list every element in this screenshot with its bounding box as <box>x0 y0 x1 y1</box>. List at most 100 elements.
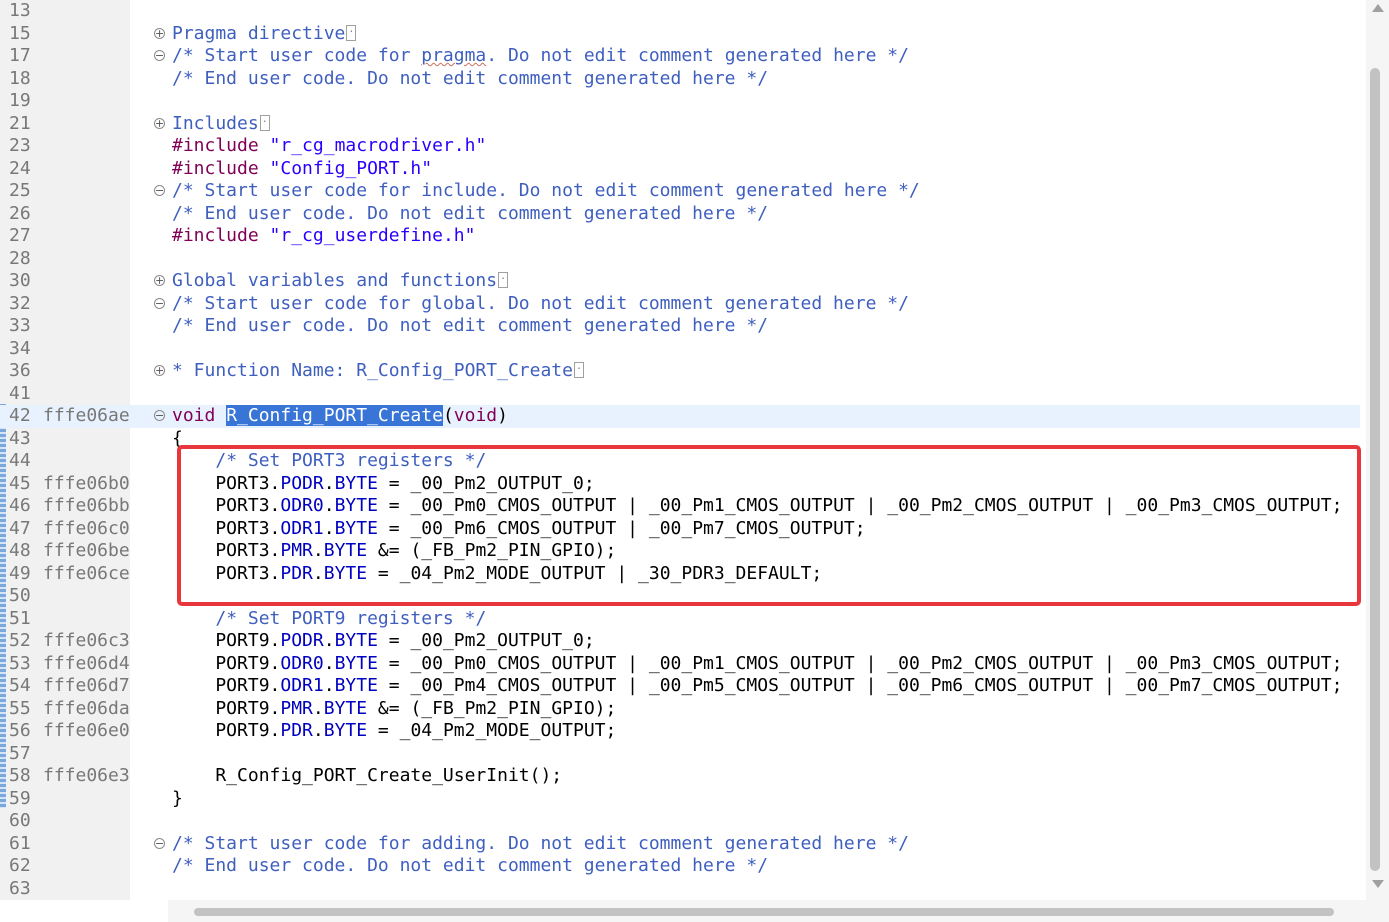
code-token: { <box>172 427 183 449</box>
code-line[interactable]: 21 + Includes <box>0 109 1360 136</box>
horizontal-scrollbar[interactable] <box>168 900 1389 922</box>
code-line[interactable]: 58 fffe06e3 R_Config_PORT_Create_UserInit… <box>0 765 1360 788</box>
code-text: /* End user code. Do not edit comment ge… <box>172 315 768 338</box>
code-line[interactable]: 59} <box>0 788 1360 811</box>
code-line[interactable]: 15 + Pragma directive <box>0 19 1360 46</box>
code-line[interactable]: 56 fffe06e0 PORT9.PDR.BYTE = _04_Pm2_MODE… <box>0 720 1360 743</box>
vertical-scrollbar[interactable] <box>1366 0 1389 900</box>
line-number: 21 <box>9 112 31 134</box>
code-line[interactable]: 34 <box>0 338 1360 361</box>
fold-expand-icon[interactable]: + <box>154 117 165 129</box>
code-line[interactable]: 32 −/* Start user code for global. Do not… <box>0 293 1360 316</box>
code-line[interactable]: 43 { <box>0 428 1360 451</box>
folded-region-marker-icon[interactable] <box>259 109 270 131</box>
code-text: R_Config_PORT_Create_UserInit(); <box>172 765 562 788</box>
fold-collapse-icon[interactable]: − <box>154 50 165 61</box>
code-token: . <box>323 675 335 696</box>
code-line[interactable]: 49 fffe06ce PORT3.PDR.BYTE = _04_Pm2_MODE… <box>0 563 1360 586</box>
code-text: Pragma directive <box>172 19 357 46</box>
fold-collapse-icon[interactable]: − <box>154 297 165 309</box>
folded-region-marker-icon[interactable] <box>573 356 584 379</box>
fold-collapse-icon[interactable]: − <box>154 410 165 421</box>
code-line[interactable]: 47 fffe06c0 PORT3.ODR1.BYTE = _00_Pm6_CMO… <box>0 518 1360 541</box>
code-token: . <box>312 562 324 584</box>
code-line[interactable]: 30 + Global variables and functions <box>0 266 1360 293</box>
line-number: 61 <box>9 832 31 854</box>
code-editor[interactable]: 1315+Pragma directive17−/* Start user co… <box>0 0 1360 900</box>
code-line[interactable]: 46 fffe06bb PORT3.ODR0.BYTE = _00_Pm0_CMO… <box>0 495 1360 518</box>
code-line[interactable]: 54 fffe06d7 PORT9.ODR1.BYTE = _00_Pm4_CMO… <box>0 675 1360 698</box>
code-text: #include "r_cg_macrodriver.h" <box>172 135 486 158</box>
code-line[interactable]: 17 −/* Start user code for pragma. Do not… <box>0 45 1360 68</box>
code-line[interactable]: 42 fffe06ae − void R_Config_PORT_Create(voi… <box>0 405 1360 428</box>
code-token: &= (_FB_Pm2_PIN_GPIO); <box>367 540 617 561</box>
code-line[interactable]: 61 −/* Start user code for adding. Do not… <box>0 833 1360 856</box>
code-line[interactable]: 41 <box>0 383 1360 406</box>
code-line[interactable]: 25 −/* Start user code for include. Do no… <box>0 180 1360 203</box>
code-token: PORT3. <box>172 540 281 561</box>
code-line[interactable]: 51 /* Set PORT9 registers */ <box>0 608 1360 631</box>
instruction-address: fffe06bb <box>43 495 130 516</box>
code-token: BYTE <box>334 630 378 651</box>
fold-collapse-icon[interactable]: − <box>154 185 165 196</box>
code-line[interactable]: 62 /* End user code. Do not edit comment … <box>0 855 1360 878</box>
code-line[interactable]: 44 /* Set PORT3 registers */ <box>0 450 1360 473</box>
code-line[interactable]: 57 <box>0 743 1360 766</box>
code-line[interactable]: 13 <box>0 0 1360 23</box>
instruction-address: fffe06be <box>43 540 130 561</box>
code-line[interactable]: 24 #include "Config_PORT.h" <box>0 158 1360 181</box>
fold-collapse-icon[interactable]: − <box>154 837 165 849</box>
code-token: PORT9. <box>172 675 281 696</box>
scroll-down-arrow-icon[interactable] <box>1372 880 1384 888</box>
code-line[interactable]: 23 #include "r_cg_macrodriver.h" <box>0 135 1360 158</box>
code-line[interactable]: 36 + * Function Name: R_Config_PORT_Create <box>0 356 1360 383</box>
code-token: BYTE <box>323 562 368 584</box>
code-text: #include "r_cg_userdefine.h" <box>172 225 475 248</box>
horizontal-scrollbar-gutter <box>0 900 168 922</box>
line-number: 17 <box>9 45 31 66</box>
code-line[interactable]: 48 fffe06be PORT3.PMR.BYTE &= (_FB_Pm2_PI… <box>0 540 1360 563</box>
code-token: . <box>323 630 335 651</box>
line-number: 15 <box>9 22 31 44</box>
folded-region-marker-icon[interactable] <box>346 19 357 41</box>
code-text: PORT9.PODR.BYTE = _00_Pm2_OUTPUT_0; <box>172 630 594 653</box>
fold-expand-icon[interactable]: + <box>154 27 165 39</box>
code-token: PMR <box>280 540 313 561</box>
code-line[interactable]: 18 /* End user code. Do not edit comment … <box>0 68 1360 91</box>
scroll-up-arrow-icon[interactable] <box>1372 4 1384 12</box>
code-line[interactable]: 50 <box>0 585 1360 608</box>
code-token: BYTE <box>323 697 368 719</box>
code-line[interactable]: 45 fffe06b0 PORT3.PODR.BYTE = _00_Pm2_OUT… <box>0 473 1360 496</box>
code-line[interactable]: 33 /* End user code. Do not edit comment … <box>0 315 1360 338</box>
code-line[interactable]: 19 <box>0 90 1360 113</box>
code-line[interactable]: 60 <box>0 810 1360 833</box>
code-line[interactable]: 55 fffe06da PORT9.PMR.BYTE &= (_FB_Pm2_PI… <box>0 698 1360 721</box>
fold-expand-icon[interactable]: + <box>154 275 165 286</box>
code-text: /* Start user code for global. Do not ed… <box>172 293 909 316</box>
code-token: . <box>323 495 335 516</box>
line-number: 51 <box>9 607 31 629</box>
fold-expand-icon[interactable]: + <box>154 365 165 376</box>
code-token: pragma <box>421 45 487 66</box>
code-line[interactable]: 52 fffe06c3 PORT9.PODR.BYTE = _00_Pm2_OUT… <box>0 630 1360 653</box>
code-line[interactable]: 27 #include "r_cg_userdefine.h" <box>0 225 1360 248</box>
line-number: 58 <box>9 765 31 786</box>
code-token: PORT3. <box>172 495 281 516</box>
code-line[interactable]: 53 fffe06d4 PORT9.ODR0.BYTE = _00_Pm0_CMO… <box>0 653 1360 676</box>
code-line[interactable]: 63 <box>0 878 1360 901</box>
code-text: /* End user code. Do not edit comment ge… <box>172 203 768 226</box>
code-text: /* Set PORT9 registers */ <box>172 608 486 631</box>
code-line[interactable]: 26 /* End user code. Do not edit comment … <box>0 203 1360 226</box>
line-number: 46 <box>9 495 31 516</box>
vertical-scroll-thumb[interactable] <box>1370 68 1380 871</box>
code-token: . Do not edit comment generated here */ <box>486 45 909 66</box>
code-token: ) <box>497 405 508 426</box>
line-number: 62 <box>9 855 31 876</box>
folded-region-marker-icon[interactable] <box>498 266 509 289</box>
horizontal-scroll-thumb[interactable] <box>194 908 1334 916</box>
code-token: ( <box>442 405 454 426</box>
code-line[interactable]: 28 <box>0 248 1360 271</box>
